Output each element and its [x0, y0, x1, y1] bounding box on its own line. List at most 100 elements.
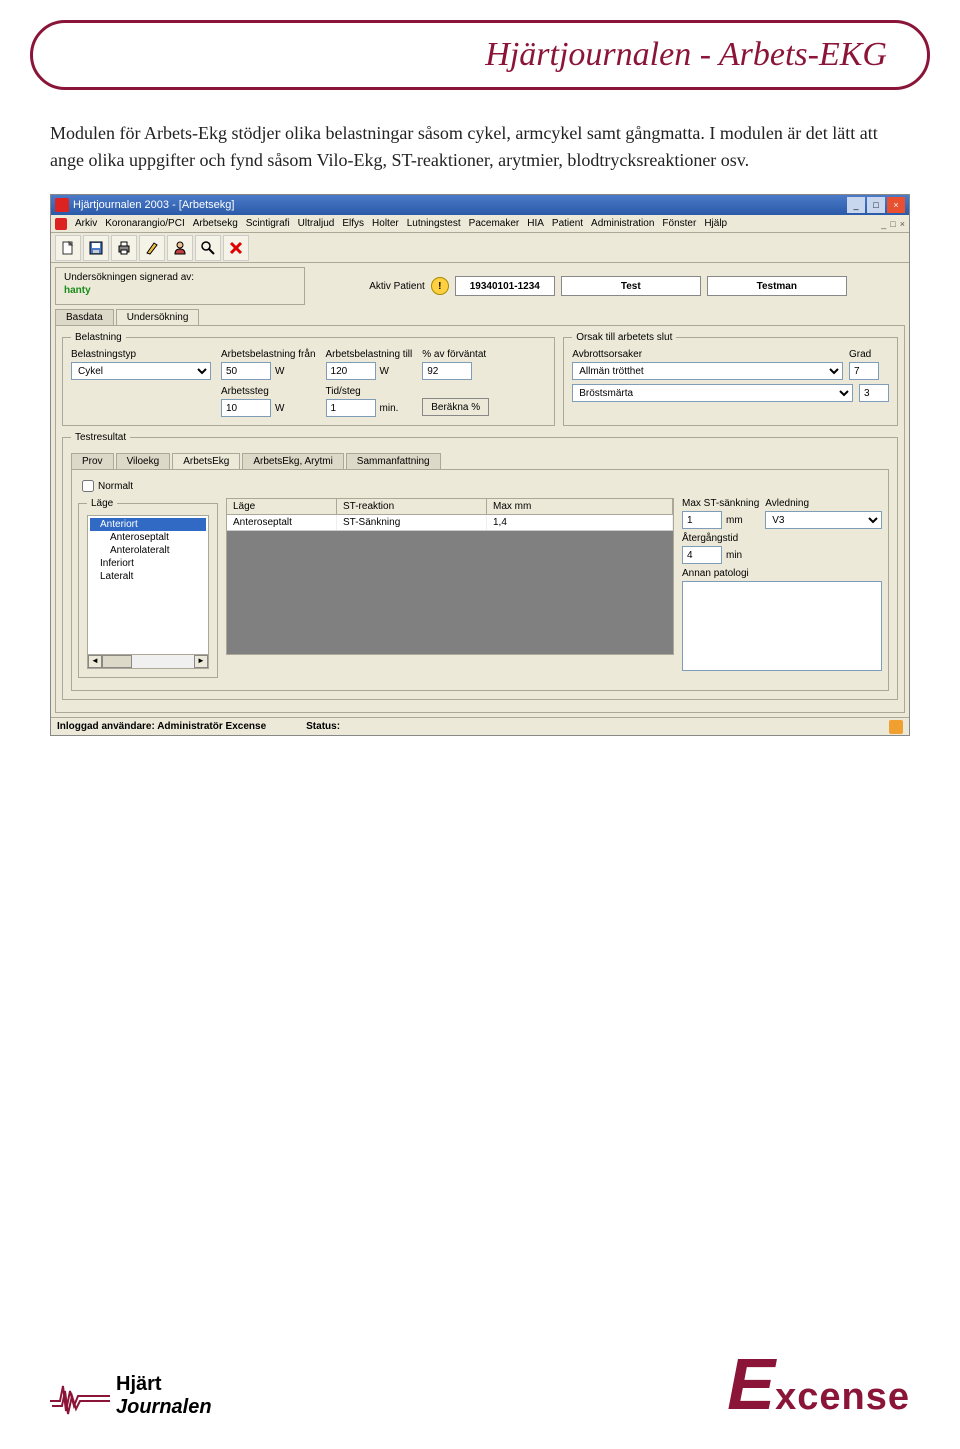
logo-line2: Journalen: [116, 1396, 212, 1419]
window-title: Hjärtjournalen 2003 - [Arbetsekg]: [73, 199, 234, 211]
avledning-select[interactable]: V3: [765, 511, 882, 529]
menu-hjalp[interactable]: Hjälp: [704, 218, 727, 229]
sign-button[interactable]: [139, 235, 165, 261]
search-button[interactable]: [195, 235, 221, 261]
to-input[interactable]: [326, 362, 376, 380]
tree-anterolateralt[interactable]: Anterolateralt: [90, 544, 206, 557]
col-lage[interactable]: Läge: [227, 499, 337, 514]
print-button[interactable]: [111, 235, 137, 261]
avledning-label: Avledning: [765, 498, 882, 509]
grid-body[interactable]: Anteroseptalt ST-Sänkning 1,4: [226, 515, 674, 655]
menu-elfys[interactable]: Elfys: [342, 218, 364, 229]
normalt-check[interactable]: [82, 480, 94, 492]
tree-anteriort[interactable]: Anteriort: [90, 518, 206, 531]
hjartjournalen-logo: Hjärt Journalen: [50, 1373, 212, 1419]
menu-administration[interactable]: Administration: [591, 218, 654, 229]
close-button[interactable]: ×: [887, 197, 905, 213]
time-input[interactable]: [326, 399, 376, 417]
menu-holter[interactable]: Holter: [372, 218, 399, 229]
tree-anteroseptalt[interactable]: Anteroseptalt: [90, 531, 206, 544]
scroll-left-icon[interactable]: ◄: [88, 655, 102, 668]
tab-arbetsekg[interactable]: ArbetsEkg: [172, 453, 240, 469]
lage-group: Läge Anteriort Anteroseptalt Anterolater…: [78, 498, 218, 678]
delete-button[interactable]: [223, 235, 249, 261]
normalt-checkbox[interactable]: Normalt: [82, 480, 882, 492]
from-input[interactable]: [221, 362, 271, 380]
signature-box: Undersökningen signerad av: hanty: [55, 267, 305, 305]
grad-input-1[interactable]: [849, 362, 879, 380]
type-select[interactable]: Cykel: [71, 362, 211, 380]
menu-arkiv[interactable]: Arkiv: [75, 218, 97, 229]
grid-row[interactable]: Anteroseptalt ST-Sänkning 1,4: [227, 515, 673, 531]
tab-basdata[interactable]: Basdata: [55, 309, 114, 325]
avbrott-select-2[interactable]: Bröstsmärta: [572, 384, 853, 402]
step-label: Arbetssteg: [221, 386, 316, 397]
menu-patient[interactable]: Patient: [552, 218, 583, 229]
scroll-right-icon[interactable]: ►: [194, 655, 208, 668]
scroll-thumb[interactable]: [102, 655, 132, 668]
tree-lateralt[interactable]: Lateralt: [90, 570, 206, 583]
menu-hia[interactable]: HIA: [527, 218, 544, 229]
tab-viloekg[interactable]: Viloekg: [116, 453, 171, 469]
calc-button[interactable]: Beräkna %: [422, 398, 489, 416]
toolbar: [51, 233, 909, 263]
app-icon: [55, 198, 69, 212]
lage-legend: Läge: [87, 498, 117, 509]
belastning-group: Belastning Belastningstyp Cykel Arbetsbe…: [62, 332, 555, 426]
menu-ultraljud[interactable]: Ultraljud: [298, 218, 335, 229]
main-tabs: Basdata Undersökning: [55, 309, 905, 325]
col-streaktion[interactable]: ST-reaktion: [337, 499, 487, 514]
warning-icon[interactable]: !: [431, 277, 449, 295]
type-label: Belastningstyp: [71, 349, 211, 360]
mdi-close[interactable]: ×: [900, 219, 905, 229]
annan-textarea[interactable]: [682, 581, 882, 671]
result-grid: Läge ST-reaktion Max mm Anteroseptalt ST…: [226, 498, 674, 684]
status-user: Inloggad användare: Administratör Excens…: [57, 721, 266, 732]
pct-input[interactable]: [422, 362, 472, 380]
testresultat-group: Testresultat Prov Viloekg ArbetsEkg Arbe…: [62, 432, 898, 700]
mdi-controls: _ □ ×: [881, 219, 905, 229]
menu-arbetsekg[interactable]: Arbetsekg: [193, 218, 238, 229]
step-input[interactable]: [221, 399, 271, 417]
orsak-legend: Orsak till arbetets slut: [572, 332, 676, 343]
menu-lutningstest[interactable]: Lutningstest: [407, 218, 461, 229]
tree-scrollbar[interactable]: ◄ ►: [87, 655, 209, 669]
grad-input-2[interactable]: [859, 384, 889, 402]
maximize-button[interactable]: □: [867, 197, 885, 213]
mdi-minimize[interactable]: _: [881, 219, 886, 229]
signed-by: hanty: [64, 285, 296, 296]
atergang-label: Återgångstid: [682, 533, 882, 544]
new-button[interactable]: [55, 235, 81, 261]
menu-bar: Arkiv Koronarangio/PCI Arbetsekg Scintig…: [51, 215, 909, 233]
menu-scintigrafi[interactable]: Scintigrafi: [246, 218, 290, 229]
minimize-button[interactable]: _: [847, 197, 865, 213]
col-maxmm[interactable]: Max mm: [487, 499, 673, 514]
tab-prov[interactable]: Prov: [71, 453, 114, 469]
tab-sammanfattning[interactable]: Sammanfattning: [346, 453, 441, 469]
maxst-input[interactable]: [682, 511, 722, 529]
tab-arytmi[interactable]: ArbetsEkg, Arytmi: [242, 453, 343, 469]
avbrott-select-1[interactable]: Allmän trötthet: [572, 362, 843, 380]
patient-id[interactable]: 19340101-1234: [455, 276, 555, 296]
active-patient-label: Aktiv Patient: [369, 281, 425, 292]
atergang-input[interactable]: [682, 546, 722, 564]
page-title: Hjärtjournalen - Arbets-EKG: [485, 36, 887, 74]
patient-lastname[interactable]: Test: [561, 276, 701, 296]
patient-firstname[interactable]: Testman: [707, 276, 847, 296]
grid-header: Läge ST-reaktion Max mm: [226, 498, 674, 515]
window-titlebar: Hjärtjournalen 2003 - [Arbetsekg] _ □ ×: [51, 195, 909, 215]
cell-mm: 1,4: [487, 515, 673, 530]
tab-undersokning[interactable]: Undersökning: [116, 309, 200, 325]
excense-e: E: [727, 1360, 775, 1410]
menu-koronarangio[interactable]: Koronarangio/PCI: [105, 218, 185, 229]
menu-pacemaker[interactable]: Pacemaker: [469, 218, 520, 229]
orsak-group: Orsak till arbetets slut Avbrottsorsaker…: [563, 332, 898, 426]
menu-fonster[interactable]: Fönster: [662, 218, 696, 229]
lage-tree[interactable]: Anteriort Anteroseptalt Anterolateralt I…: [87, 515, 209, 655]
find-patient-button[interactable]: [167, 235, 193, 261]
tree-inferiort[interactable]: Inferiort: [90, 557, 206, 570]
save-button[interactable]: [83, 235, 109, 261]
belastning-legend: Belastning: [71, 332, 126, 343]
mdi-restore[interactable]: □: [890, 219, 895, 229]
result-tabs: Prov Viloekg ArbetsEkg ArbetsEkg, Arytmi…: [71, 453, 889, 469]
